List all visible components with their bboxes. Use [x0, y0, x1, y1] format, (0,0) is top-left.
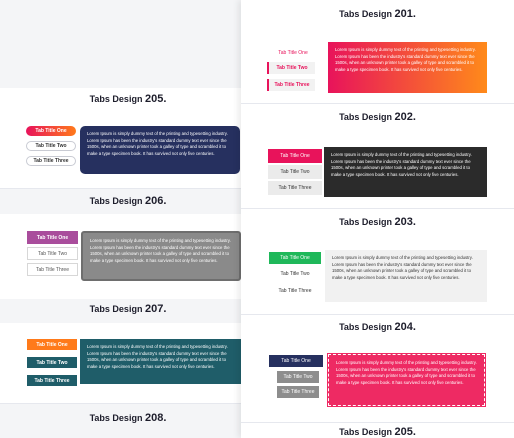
tab-two[interactable]: Tab Title Two — [27, 357, 77, 368]
tab-content: Lorem Ipsum is simply dummy text of the … — [81, 231, 241, 281]
tab-one[interactable]: Tab Title One — [27, 231, 78, 244]
tab-three[interactable]: Tab Title Three — [268, 181, 322, 195]
tab-one[interactable]: Tab Title One — [269, 252, 321, 264]
tab-two[interactable]: Tab Title Two — [27, 247, 78, 260]
tab-content: Lorem Ipsum is simply dummy text of the … — [325, 250, 487, 302]
tab-one[interactable]: Tab Title One — [268, 149, 322, 163]
tab-content: Lorem Ipsum is simply dummy text of the … — [80, 339, 241, 384]
divider — [0, 188, 241, 189]
divider — [241, 422, 514, 423]
tab-content: Lorem Ipsum is simply dummy text of the … — [80, 126, 240, 174]
tab-three[interactable]: Tab Title Three — [27, 375, 77, 386]
tab-content: Lorem Ipsum is simply dummy text of the … — [328, 42, 487, 93]
section-title: Tabs Design 204. — [339, 321, 416, 333]
section-title: Tabs Design 207. — [89, 303, 167, 315]
section-title: Tabs Design 208. — [89, 412, 167, 424]
divider — [241, 103, 514, 104]
tab-content: Lorem Ipsum is simply dummy text of the … — [324, 147, 487, 197]
tab-one[interactable]: Tab Title One — [269, 355, 323, 367]
tab-two[interactable]: Tab Title Two — [267, 62, 315, 74]
divider — [0, 403, 241, 404]
tab-three[interactable]: Tab Title Three — [27, 263, 78, 276]
section-title: Tabs Design 206. — [89, 195, 167, 207]
tab-one[interactable]: Tab Title One — [27, 339, 77, 350]
tab-one[interactable]: Tab Title One — [271, 47, 315, 59]
section-title: Tabs Design 201. — [339, 8, 416, 20]
left-column: Tabs Design 205. Tab Title One Tab Title… — [0, 0, 241, 438]
tab-two[interactable]: Tab Title Two — [268, 165, 322, 179]
divider — [241, 208, 514, 209]
tab-two[interactable]: Tab Title Two — [26, 141, 76, 151]
tab-three[interactable]: Tab Title Three — [267, 79, 315, 91]
divider — [241, 314, 514, 315]
section-title: Tabs Design 202. — [339, 111, 416, 123]
tab-one[interactable]: Tab Title One — [26, 126, 76, 136]
tab-three[interactable]: Tab Title Three — [277, 386, 319, 398]
right-column: Tabs Design 201. Tab Title One Tab Title… — [241, 0, 514, 438]
tab-two[interactable]: Tab Title Two — [277, 371, 319, 383]
tab-three[interactable]: Tab Title Three — [269, 285, 321, 297]
tab-two[interactable]: Tab Title Two — [269, 268, 321, 280]
tab-content: Lorem Ipsum is simply dummy text of the … — [327, 353, 486, 407]
section-title: Tabs Design 205. — [339, 426, 416, 438]
section-title: Tabs Design 203. — [339, 216, 416, 228]
tab-three[interactable]: Tab Title Three — [26, 156, 76, 166]
section-title: Tabs Design 205. — [89, 93, 167, 105]
